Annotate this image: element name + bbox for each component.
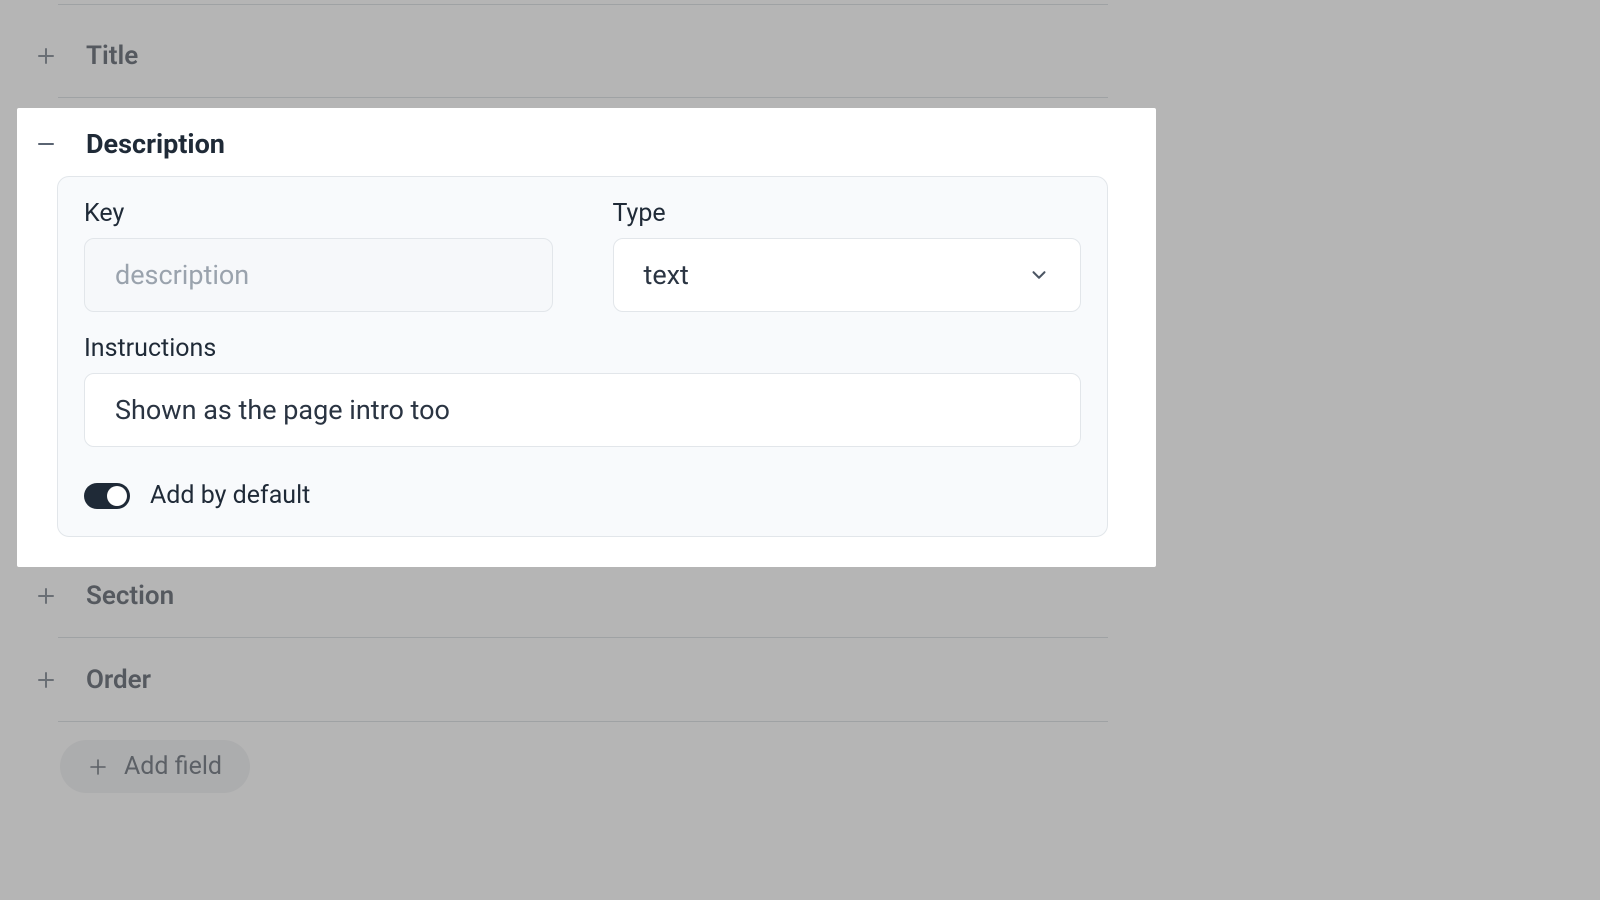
minus-icon[interactable] [34, 132, 58, 156]
key-input[interactable] [84, 238, 553, 312]
type-select-value: text [644, 259, 689, 291]
field-row-title[interactable]: Title [0, 14, 1156, 98]
field-title-label: Title [86, 41, 138, 71]
field-title-label: Order [86, 665, 151, 695]
instructions-label: Instructions [84, 334, 1081, 363]
plus-icon [88, 757, 108, 777]
field-row-order[interactable]: Order [0, 638, 1156, 722]
add-by-default-label: Add by default [150, 481, 310, 510]
add-field-button[interactable]: Add field [60, 740, 250, 793]
field-config-card: Key Type text Instructions Add by d [57, 176, 1108, 537]
type-select[interactable]: text [613, 238, 1082, 312]
add-by-default-toggle[interactable] [84, 483, 130, 509]
plus-icon[interactable] [34, 584, 58, 608]
field-row-description-expanded: Description Key Type text Instructions [17, 108, 1156, 567]
plus-icon[interactable] [34, 668, 58, 692]
chevron-down-icon [1028, 264, 1050, 286]
field-title-label: Section [86, 581, 174, 611]
instructions-input[interactable] [84, 373, 1081, 447]
add-field-label: Add field [124, 752, 222, 781]
key-label: Key [84, 199, 553, 228]
plus-icon[interactable] [34, 44, 58, 68]
type-label: Type [613, 199, 1082, 228]
field-title-label: Description [86, 128, 225, 160]
